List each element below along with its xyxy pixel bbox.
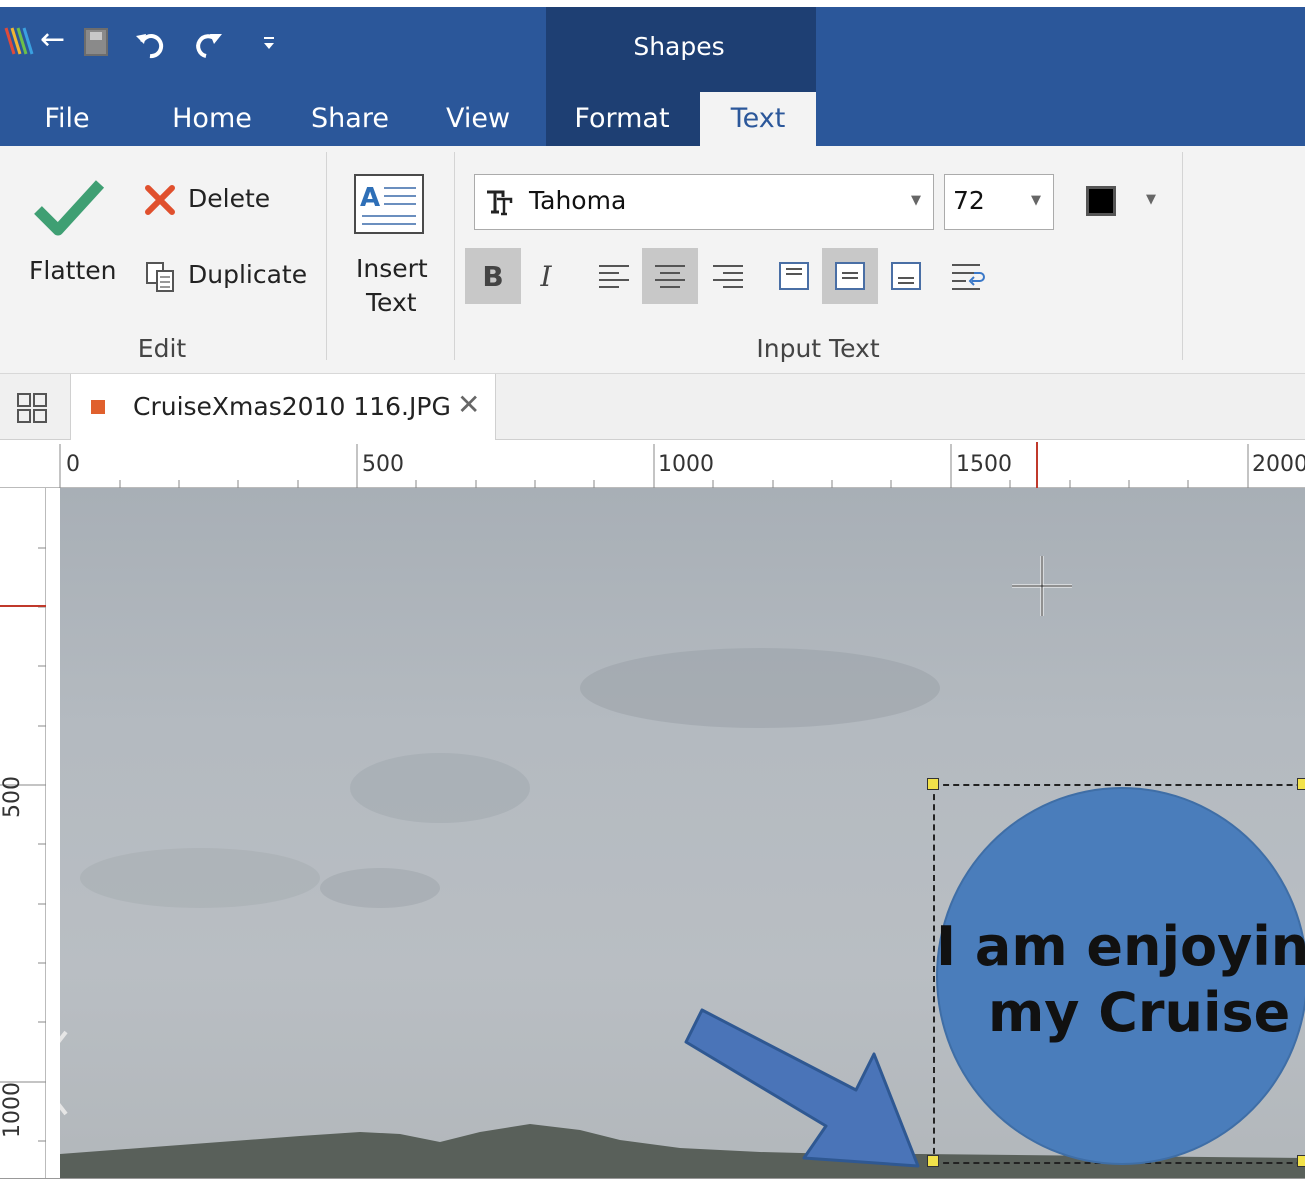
tab-share[interactable]: Share xyxy=(306,92,394,146)
truetype-font-icon xyxy=(487,190,513,216)
insert-text-icon: A xyxy=(354,174,424,234)
document-tab-bar: CruiseXmas2010 116.JPG ✕ xyxy=(0,374,1305,440)
app-logo-icon[interactable] xyxy=(2,20,38,62)
align-top-button[interactable] xyxy=(766,248,822,304)
image-canvas[interactable]: I am enjoying my Cruise xyxy=(60,488,1305,1178)
v-ruler-label-1000: 1000 xyxy=(0,1082,25,1138)
close-tab-icon[interactable]: ✕ xyxy=(457,388,480,421)
font-color-button[interactable]: ▼ xyxy=(1082,182,1172,222)
align-top-icon xyxy=(779,262,809,290)
delete-label: Delete xyxy=(188,184,271,213)
tab-text[interactable]: Text xyxy=(700,92,816,146)
flatten-button[interactable]: Flatten xyxy=(20,166,120,316)
horizontal-ruler-ticks xyxy=(59,442,1249,488)
word-wrap-button[interactable] xyxy=(940,248,996,304)
v-ruler-label-500: 500 xyxy=(0,776,25,818)
resize-handle-top-left[interactable] xyxy=(927,778,939,790)
h-ruler-label-1000: 1000 xyxy=(658,452,714,477)
font-size-dropdown-icon[interactable]: ▼ xyxy=(1031,193,1041,208)
h-ruler-label-1500: 1500 xyxy=(956,452,1012,477)
vertical-ruler: 500 1000 xyxy=(0,488,46,1189)
ribbon: Flatten Delete Duplicate Edit A Insert T… xyxy=(0,146,1305,374)
ribbon-separator xyxy=(454,152,455,360)
previous-image-chevron-icon[interactable] xyxy=(60,1028,70,1118)
tab-format[interactable]: Format xyxy=(566,92,678,146)
delete-button[interactable]: Delete xyxy=(140,178,280,222)
h-ruler-label-2000: 2000 xyxy=(1252,452,1305,477)
horizontal-ruler: 0 500 1000 1500 2000 xyxy=(0,440,1305,488)
tab-view[interactable]: View xyxy=(440,92,516,146)
contextual-tab-group-label: Shapes xyxy=(633,32,725,61)
save-icon[interactable] xyxy=(84,28,108,56)
h-ruler-label-500: 500 xyxy=(362,452,404,477)
shape-text-line1: I am enjoying xyxy=(936,915,1305,978)
align-bottom-button[interactable] xyxy=(878,248,934,304)
resize-handle-bottom-right[interactable] xyxy=(1297,1155,1305,1167)
grid-view-icon xyxy=(17,393,47,423)
align-right-button[interactable] xyxy=(700,248,756,304)
duplicate-button[interactable]: Duplicate xyxy=(140,254,316,298)
document-tab-title: CruiseXmas2010 116.JPG xyxy=(133,392,451,421)
ribbon-separator xyxy=(1182,152,1183,360)
ribbon-separator xyxy=(326,152,327,360)
insert-text-button[interactable]: A Insert Text xyxy=(340,174,440,324)
undo-icon[interactable] xyxy=(132,24,172,64)
checkmark-icon xyxy=(34,180,104,236)
tab-home[interactable]: Home xyxy=(160,92,264,146)
font-color-dropdown-icon[interactable]: ▼ xyxy=(1146,192,1156,207)
font-size-combo[interactable]: 72 ▼ xyxy=(944,174,1054,230)
duplicate-icon xyxy=(146,262,174,292)
align-right-icon xyxy=(713,265,743,288)
font-color-swatch xyxy=(1086,186,1116,216)
align-middle-icon xyxy=(835,262,865,290)
insert-text-label-line1: Insert xyxy=(356,254,428,283)
svg-text:A: A xyxy=(360,183,380,213)
window-top-edge xyxy=(0,0,1305,7)
group-label-edit: Edit xyxy=(137,334,187,363)
group-label-input-text: Input Text xyxy=(756,334,880,363)
annotation-arrow xyxy=(684,1008,920,1168)
all-documents-button[interactable] xyxy=(16,392,48,424)
resize-handle-top-right[interactable] xyxy=(1297,778,1305,790)
font-family-value: Tahoma xyxy=(529,186,627,215)
shape-text-line2: my Cruise xyxy=(988,981,1291,1044)
font-family-combo[interactable]: Tahoma ▼ xyxy=(474,174,934,230)
duplicate-label: Duplicate xyxy=(188,260,308,289)
bold-button[interactable]: B xyxy=(465,248,521,304)
shape-text[interactable]: I am enjoying my Cruise xyxy=(930,914,1305,1046)
crosshair-cursor xyxy=(1012,556,1072,616)
modified-indicator-icon xyxy=(91,400,105,414)
align-center-icon xyxy=(655,265,685,288)
status-strip xyxy=(0,1178,1305,1189)
customize-qat-icon[interactable] xyxy=(262,34,276,54)
align-left-button[interactable] xyxy=(586,248,642,304)
document-tab[interactable]: CruiseXmas2010 116.JPG ✕ xyxy=(70,374,496,440)
align-center-button[interactable] xyxy=(642,248,698,304)
font-family-dropdown-icon[interactable]: ▼ xyxy=(911,193,921,208)
word-wrap-icon xyxy=(952,264,985,290)
tab-file[interactable]: File xyxy=(28,92,106,146)
italic-button[interactable]: I xyxy=(518,248,574,304)
back-arrow-icon[interactable]: ← xyxy=(40,20,65,60)
redo-icon[interactable] xyxy=(188,24,228,64)
align-middle-button[interactable] xyxy=(822,248,878,304)
delete-x-icon xyxy=(145,185,175,215)
align-bottom-icon xyxy=(891,262,921,290)
flatten-label: Flatten xyxy=(29,256,117,285)
insert-text-label-line2: Text xyxy=(366,288,417,317)
align-left-icon xyxy=(599,265,629,288)
font-size-value: 72 xyxy=(953,186,985,215)
h-ruler-label-0: 0 xyxy=(66,452,80,477)
